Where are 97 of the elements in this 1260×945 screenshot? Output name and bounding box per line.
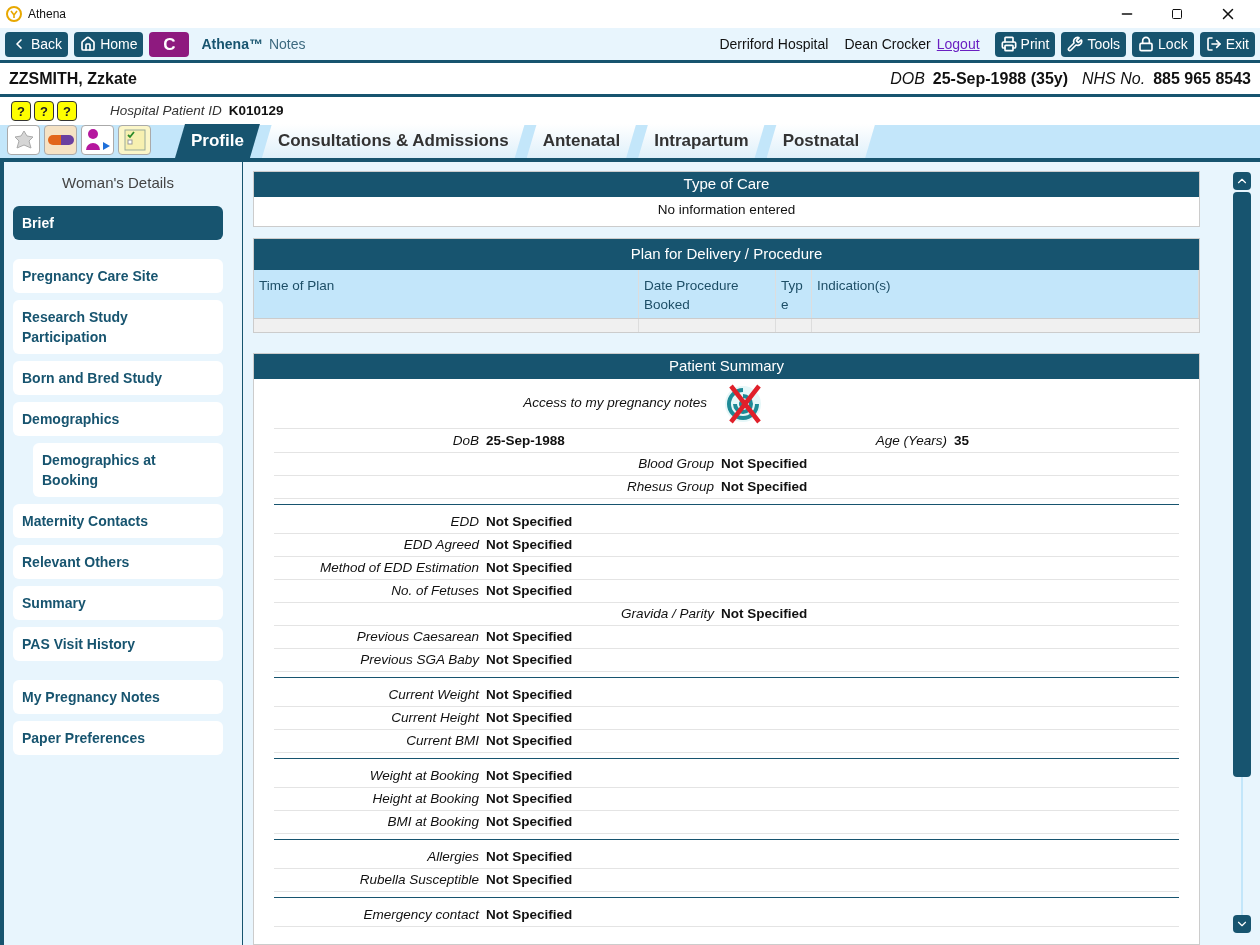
scrollbar-thumb[interactable] (1233, 192, 1251, 777)
sidebar-item[interactable]: Demographics at Booking (33, 442, 223, 497)
window-title: Athena (28, 6, 67, 23)
sidebar-item[interactable]: Summary (13, 585, 223, 620)
field-value: Not Specified (486, 650, 574, 669)
field-label: Previous SGA Baby (359, 650, 481, 669)
field-value: Not Specified (486, 558, 574, 577)
logout-link[interactable]: Logout (936, 33, 980, 55)
tab[interactable]: Profile (175, 124, 260, 158)
lock-icon (1138, 36, 1155, 52)
field-value: Not Specified (486, 731, 574, 750)
sidebar-item[interactable]: PAS Visit History (13, 626, 223, 661)
field-label: Method of EDD Estimation (318, 558, 480, 577)
field-label: Access to my pregnancy notes (522, 394, 708, 413)
section-header: Type of Care (254, 172, 1199, 197)
nhs-label: NHS No. (1082, 68, 1146, 89)
tab[interactable]: Consultations & Admissions (261, 124, 525, 158)
section-header: Plan for Delivery / Procedure (254, 239, 1199, 270)
sidebar-item[interactable]: Research Study Participation (13, 299, 223, 354)
patient-name: ZZSMITH, Zzkate (9, 68, 137, 89)
sidebar-item[interactable]: Demographics (13, 401, 223, 436)
lock-button[interactable]: Lock (1132, 31, 1194, 57)
maximize-icon[interactable] (1171, 8, 1183, 20)
help-button[interactable]: ? (34, 101, 54, 121)
section-header: Patient Summary (254, 354, 1199, 379)
field-value: Not Specified (486, 847, 574, 866)
app-subtitle: Notes (268, 34, 306, 54)
home-icon (80, 36, 97, 52)
tab[interactable]: Antenatal (526, 124, 637, 158)
field-label: Current BMI (405, 731, 480, 750)
field-label: Current Height (390, 708, 481, 727)
tools-button[interactable]: Tools (1061, 31, 1127, 57)
field-value: Not Specified (486, 627, 574, 646)
back-button[interactable]: Back (5, 31, 69, 57)
tools-icon (1067, 36, 1084, 52)
field-value: Not Specified (486, 812, 574, 831)
field-value: Not Specified (721, 477, 809, 496)
home-button[interactable]: Home (74, 31, 144, 57)
scroll-up-button[interactable] (1233, 172, 1251, 190)
sidebar-item[interactable]: Brief (13, 205, 223, 240)
field-label: Weight at Booking (368, 766, 480, 785)
field-value: Not Specified (486, 512, 574, 531)
field-label: Current Weight (387, 685, 481, 704)
field-value: 25-Sep-1988 (486, 431, 566, 450)
nhs-value: 885 965 8543 (1153, 68, 1251, 89)
field-value: 35 (954, 431, 971, 450)
field-value: Not Specified (486, 766, 574, 785)
field-label: Allergies (426, 847, 480, 866)
field-label: BMI at Booking (386, 812, 480, 831)
print-button[interactable]: Print (994, 31, 1056, 57)
field-value: Not Specified (721, 604, 809, 623)
patient-id-label: Hospital Patient ID (110, 101, 222, 120)
sidebar-item[interactable]: My Pregnancy Notes (13, 679, 223, 714)
sidebar-item[interactable]: Relevant Others (13, 544, 223, 579)
field-label: No. of Fetuses (390, 581, 480, 600)
user-name: Dean Crocker (844, 34, 931, 54)
field-value: Not Specified (486, 789, 574, 808)
exit-button[interactable]: Exit (1199, 31, 1255, 57)
field-label: Emergency contact (362, 905, 481, 924)
sidebar-item[interactable]: Paper Preferences (13, 720, 223, 755)
field-label: Gravida / Parity (619, 604, 716, 623)
field-label: Rubella Susceptible (358, 870, 480, 889)
field-label: Previous Caesarean (355, 627, 480, 646)
field-value: Not Specified (486, 535, 574, 554)
app-badge-button[interactable]: C (149, 31, 190, 57)
field-value: Not Specified (486, 708, 574, 727)
field-label: DoB (451, 431, 480, 450)
dob-value: 25-Sep-1988 (35y) (932, 68, 1068, 89)
field-label: Height at Booking (371, 789, 480, 808)
exit-icon (1205, 36, 1222, 52)
app-logo-icon (6, 6, 22, 22)
field-label: Blood Group (637, 454, 715, 473)
printer-icon (1000, 36, 1017, 52)
empty-message: No information entered (656, 201, 797, 219)
field-label: Rhesus Group (625, 477, 715, 496)
field-label: Age (Years) (874, 431, 948, 450)
field-label: EDD Agreed (402, 535, 481, 554)
dob-label: DOB (890, 68, 925, 89)
sidebar-item[interactable]: Born and Bred Study (13, 360, 223, 395)
pill-icon[interactable] (44, 125, 77, 155)
field-value: Not Specified (486, 905, 574, 924)
field-value: Not Specified (486, 870, 574, 889)
sidebar-item[interactable]: Pregnancy Care Site (13, 258, 223, 293)
field-value: Not Specified (721, 454, 809, 473)
hospital-name: Derriford Hospital (719, 34, 829, 54)
field-value: Not Specified (486, 685, 574, 704)
field-label: EDD (449, 512, 480, 531)
help-button[interactable]: ? (57, 101, 77, 121)
app-name: Athena™ (201, 34, 263, 54)
tab[interactable]: Intrapartum (638, 124, 765, 158)
tab[interactable]: Postnatal (766, 124, 876, 158)
scroll-down-button[interactable] (1233, 915, 1251, 933)
sidebar-item[interactable]: Maternity Contacts (13, 503, 223, 538)
sidebar-title: Woman's Details (61, 173, 175, 193)
field-value: Not Specified (486, 581, 574, 600)
help-button[interactable]: ? (11, 101, 31, 121)
patient-id-value: K010129 (228, 101, 284, 120)
